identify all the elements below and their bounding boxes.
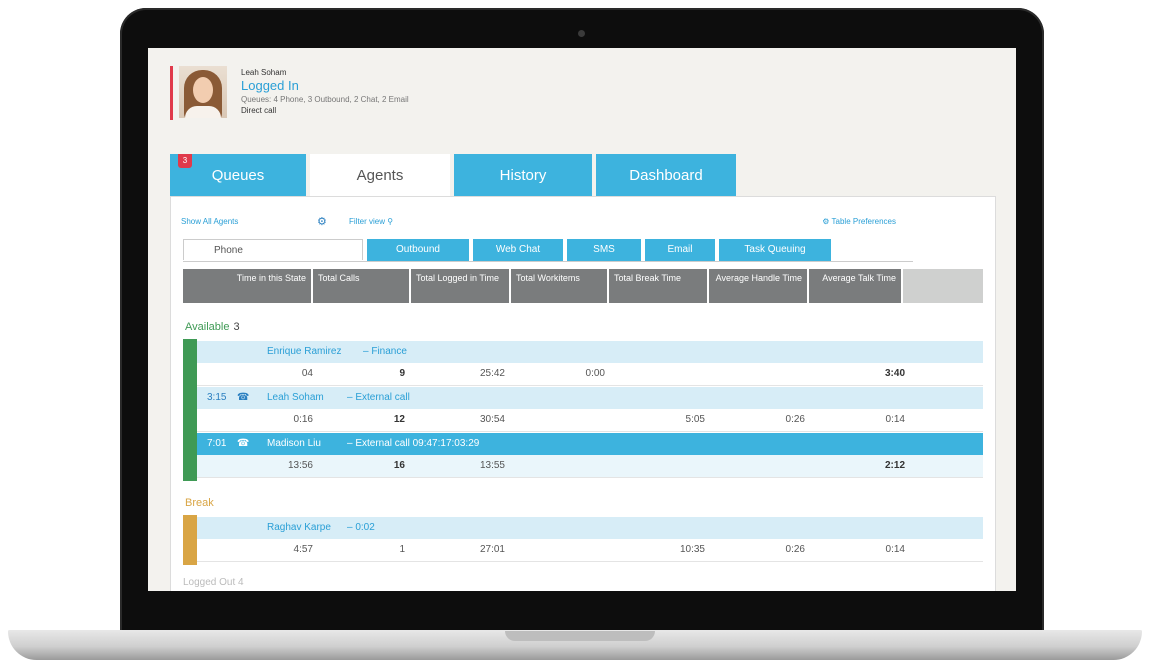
break-bar [183, 515, 197, 565]
tab-history[interactable]: History [454, 154, 592, 196]
tab-dashboard[interactable]: Dashboard [596, 154, 736, 196]
agent-row-header[interactable]: Enrique Ramirez – Finance [197, 341, 983, 363]
camera-icon [578, 30, 585, 37]
agent-row-header[interactable]: 3:15 ☎ Leah Soham – External call [197, 387, 983, 409]
table-header: Time in this State Total Calls Total Log… [183, 269, 985, 303]
laptop-notch [505, 631, 655, 641]
col-total-logged-in[interactable]: Total Logged in Time [411, 269, 509, 303]
col-filler [903, 269, 983, 303]
agent-row-header[interactable]: Raghav Karpe – 0:02 [197, 517, 983, 539]
tab-agents[interactable]: Agents [310, 154, 450, 196]
subtab-phone[interactable]: Phone [183, 239, 363, 260]
phone-icon: ☎ [237, 392, 250, 403]
available-bar [183, 339, 197, 481]
tab-label: Agents [356, 167, 404, 184]
agent-card: Leah Soham Logged In Queues: 4 Phone, 3 … [170, 66, 409, 120]
subtab-outbound[interactable]: Outbound [367, 239, 469, 261]
alert-badge: 3 [178, 154, 192, 168]
agent-row-stats: 4:57 1 27:01 10:35 0:26 0:14 [197, 539, 983, 562]
col-total-calls[interactable]: Total Calls [313, 269, 409, 303]
group-available[interactable]: Available 3 [185, 321, 240, 333]
agent-row-stats: 13:56 16 13:55 2:12 [197, 455, 983, 478]
group-break[interactable]: Break [185, 497, 214, 509]
avatar [179, 66, 227, 118]
tab-label: History [499, 167, 547, 184]
agent-row-header-selected[interactable]: 7:01 ☎ Madison Liu – External call 09:47… [197, 433, 983, 455]
phone-icon: ☎ [237, 438, 250, 449]
group-logged-out[interactable]: Logged Out 4 [183, 577, 244, 588]
tab-label: Queues [211, 167, 265, 184]
col-total-workitems[interactable]: Total Workitems [511, 269, 607, 303]
tab-label: Dashboard [629, 167, 703, 184]
subtab-task-queuing[interactable]: Task Queuing [719, 239, 831, 261]
app-screen: Leah Soham Logged In Queues: 4 Phone, 3 … [148, 48, 1016, 591]
agent-row-stats: 0:16 12 30:54 5:05 0:26 0:14 [197, 409, 983, 432]
col-time-in-state[interactable]: Time in this State [183, 269, 311, 303]
gear-icon: ⚙ [822, 217, 830, 226]
agent-row-stats: 04 9 25:42 0:00 3:40 [197, 363, 983, 386]
subtab-web-chat[interactable]: Web Chat [473, 239, 563, 261]
col-total-break[interactable]: Total Break Time [609, 269, 707, 303]
col-avg-handle[interactable]: Average Handle Time [709, 269, 807, 303]
search-icon: ⚲ [387, 217, 394, 226]
filter-view-link[interactable]: Filter view ⚲ [349, 217, 393, 226]
divider [183, 261, 913, 262]
tab-queues[interactable]: 3 Queues [170, 154, 306, 196]
agent-name: Leah Soham [241, 68, 287, 77]
subtab-email[interactable]: Email [645, 239, 715, 261]
table-preferences-link[interactable]: ⚙ Table Preferences [822, 217, 896, 226]
agent-queues: Queues: 4 Phone, 3 Outbound, 2 Chat, 2 E… [241, 95, 409, 104]
col-avg-talk[interactable]: Average Talk Time [809, 269, 901, 303]
channel-tabs: Phone Outbound Web Chat SMS Email Task Q… [183, 239, 835, 261]
subtab-sms[interactable]: SMS [567, 239, 641, 261]
show-all-agents-link[interactable]: Show All Agents [181, 217, 238, 226]
agent-mode: Direct call [241, 106, 277, 115]
agent-status[interactable]: Logged In [241, 78, 409, 93]
main-tabs: 3 Queues Agents History Dashboard [170, 154, 740, 196]
agent-info: Leah Soham Logged In Queues: 4 Phone, 3 … [241, 68, 409, 120]
settings-gear-icon[interactable]: ⚙ [317, 215, 327, 228]
agents-panel: Show All Agents ⚙ Filter view ⚲ ⚙ Table … [170, 196, 996, 591]
